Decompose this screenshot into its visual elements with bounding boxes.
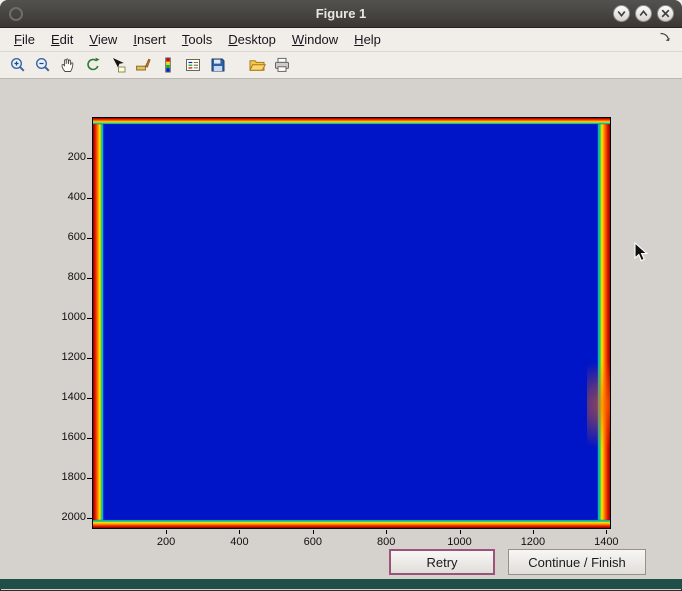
y-tick-label: 400 [42,191,86,203]
legend-icon[interactable] [180,54,205,77]
colorbar-icon[interactable] [155,54,180,77]
y-tick-label: 2000 [42,511,86,523]
menu-help[interactable]: Help [346,30,389,49]
window-menu-button[interactable] [9,7,23,21]
pan-hand-icon[interactable] [55,54,80,77]
data-cursor-icon[interactable] [105,54,130,77]
x-tick-label: 1000 [438,536,482,548]
y-tick-label: 1400 [42,391,86,403]
y-tick-mark [87,198,92,199]
menubar-corner-arrow-icon[interactable] [658,30,672,49]
y-tick-mark [87,438,92,439]
maximize-button[interactable] [635,5,652,22]
menu-insert[interactable]: Insert [125,30,174,49]
x-tick-label: 1200 [511,536,555,548]
y-tick-mark [87,478,92,479]
y-tick-mark [87,318,92,319]
toolbar-separator [230,54,244,77]
y-tick-mark [87,238,92,239]
x-tick-label: 800 [364,536,408,548]
y-tick-label: 600 [42,231,86,243]
x-tick-label: 200 [144,536,188,548]
figure-window: Figure 1 FileEditViewInsertToolsDesktopW… [0,0,682,591]
y-tick-label: 1000 [42,311,86,323]
x-tick-mark [533,530,534,534]
y-tick-mark [87,278,92,279]
toolbar [0,52,682,79]
print-icon[interactable] [269,54,294,77]
menu-desktop[interactable]: Desktop [220,30,284,49]
retry-button[interactable]: Retry [389,549,495,575]
window-controls [613,5,674,22]
menubar-items: FileEditViewInsertToolsDesktopWindowHelp [6,30,389,49]
bottom-strip [0,579,682,589]
x-tick-mark [386,530,387,534]
y-tick-mark [87,518,92,519]
y-tick-label: 200 [42,151,86,163]
plot-area [92,117,611,529]
x-tick-mark [606,530,607,534]
window-title: Figure 1 [0,6,682,21]
figure-canvas-area: Retry Continue / Finish 200 400 600 800 1000… [0,79,682,579]
close-button[interactable] [657,5,674,22]
y-tick-label: 1800 [42,471,86,483]
menu-edit[interactable]: Edit [43,30,81,49]
menu-file[interactable]: File [6,30,43,49]
x-tick-mark [313,530,314,534]
y-tick-mark [87,358,92,359]
zoom-out-icon[interactable] [30,54,55,77]
y-tick-label: 1600 [42,431,86,443]
zoom-in-icon[interactable] [5,54,30,77]
save-icon[interactable] [205,54,230,77]
menu-window[interactable]: Window [284,30,346,49]
titlebar[interactable]: Figure 1 [0,0,682,28]
x-tick-label: 600 [291,536,335,548]
x-tick-mark [166,530,167,534]
thermal-image[interactable] [93,118,610,528]
x-tick-mark [460,530,461,534]
menu-tools[interactable]: Tools [174,30,220,49]
continue-finish-button[interactable]: Continue / Finish [508,549,646,575]
y-tick-mark [87,398,92,399]
minimize-button[interactable] [613,5,630,22]
y-tick-label: 800 [42,271,86,283]
x-tick-label: 400 [217,536,261,548]
y-tick-label: 1200 [42,351,86,363]
menubar: FileEditViewInsertToolsDesktopWindowHelp [0,28,682,52]
rotate-3d-icon[interactable] [80,54,105,77]
open-folder-icon[interactable] [244,54,269,77]
menu-view[interactable]: View [81,30,125,49]
y-tick-mark [87,158,92,159]
brush-icon[interactable] [130,54,155,77]
x-tick-label: 1400 [584,536,628,548]
dialog-buttons: Retry Continue / Finish [389,549,646,575]
x-tick-mark [239,530,240,534]
